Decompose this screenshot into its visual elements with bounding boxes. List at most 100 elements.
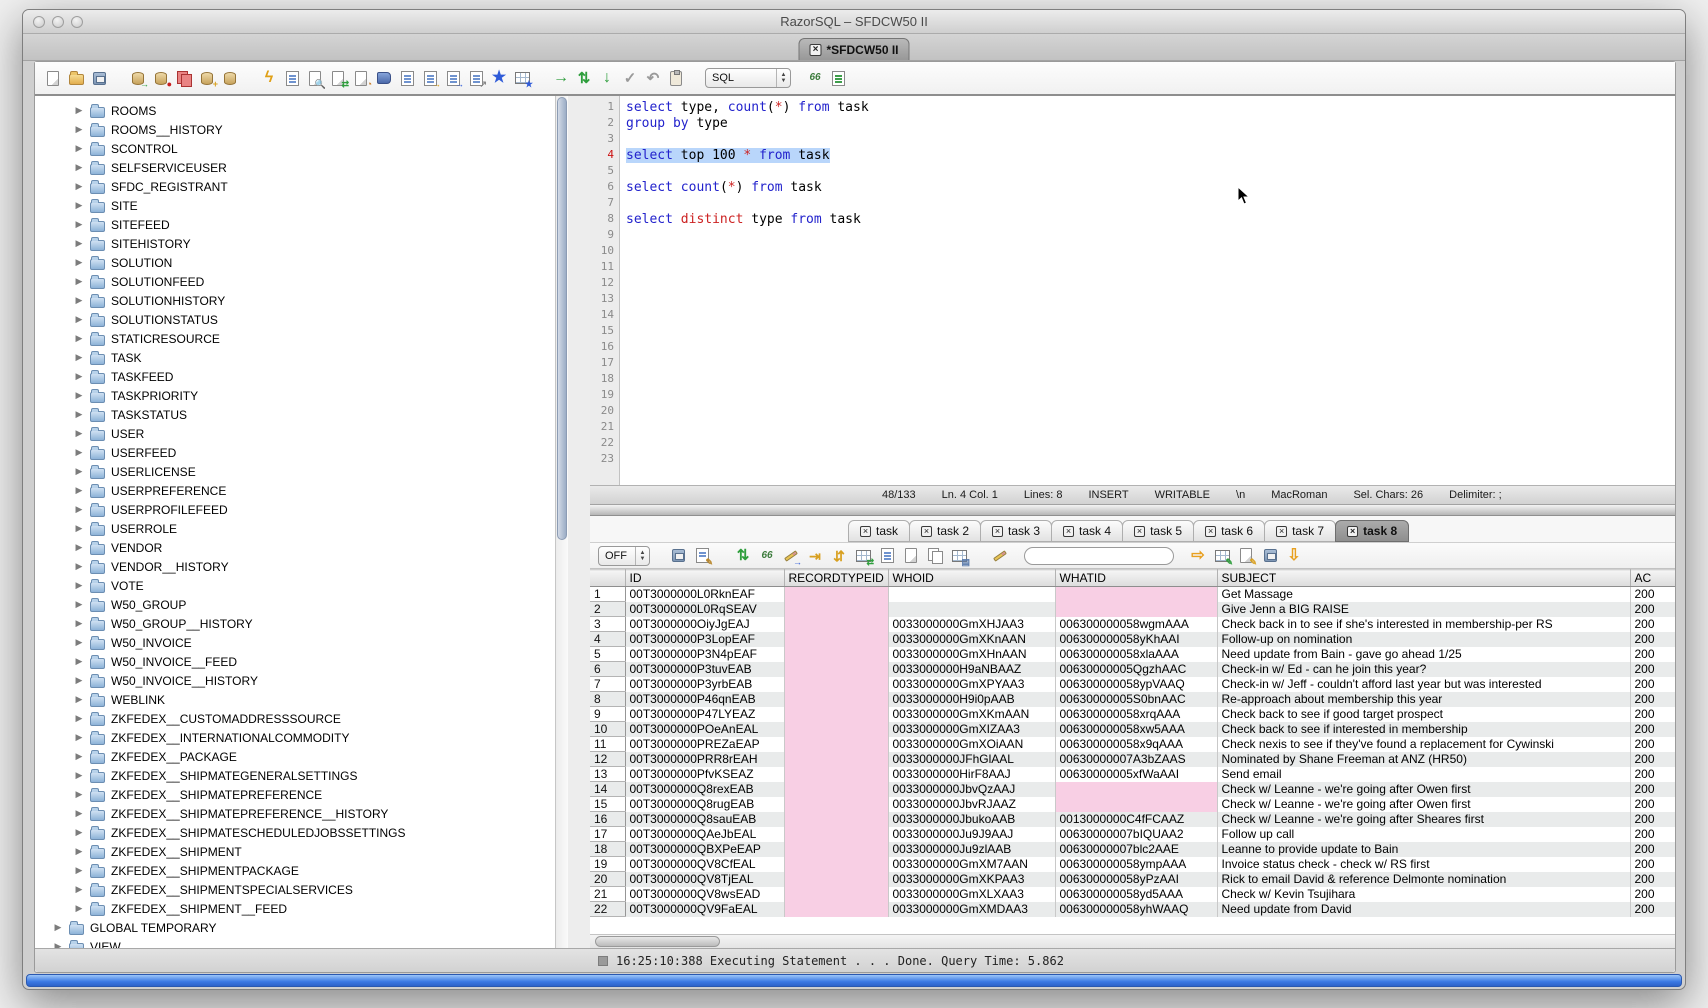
open-file-icon[interactable] — [66, 68, 86, 88]
data-cell[interactable]: Check w/ Leanne - we're going after Owen… — [1217, 797, 1630, 812]
data-cell[interactable]: 200 — [1630, 767, 1675, 782]
disclosure-triangle-icon[interactable]: ▶ — [74, 675, 84, 686]
code-line[interactable] — [626, 244, 1675, 260]
data-cell[interactable]: Check w/ Leanne - we're going after Owen… — [1217, 782, 1630, 797]
data-cell[interactable]: Re-approach about membership this year — [1217, 692, 1630, 707]
disclosure-triangle-icon[interactable]: ▶ — [74, 865, 84, 876]
script-results-icon[interactable]: ✎ — [1236, 546, 1256, 566]
disclosure-triangle-icon[interactable]: ▶ — [74, 219, 84, 230]
disclosure-triangle-icon[interactable]: ▶ — [74, 884, 84, 895]
data-cell[interactable]: Leanne to provide update to Bain — [1217, 842, 1630, 857]
data-cell[interactable]: 00630000007bIQUAA2 — [1055, 827, 1217, 842]
table-row[interactable]: 1000T3000000POeAnEAL0033000000GmXIZAA300… — [590, 722, 1675, 737]
tree-item-solutionfeed[interactable]: ▶SOLUTIONFEED — [35, 272, 555, 291]
tree-item-staticresource[interactable]: ▶STATICRESOURCE — [35, 329, 555, 348]
tree-scrollbar-thumb[interactable] — [557, 97, 567, 540]
null-cell[interactable] — [784, 737, 888, 752]
close-tab-icon[interactable]: × — [1134, 526, 1145, 537]
code-line[interactable] — [626, 276, 1675, 292]
tree-item-zkfedex-customaddresssource[interactable]: ▶ZKFEDEX__CUSTOMADDRESSSOURCE — [35, 709, 555, 728]
disclosure-triangle-icon[interactable]: ▶ — [74, 599, 84, 610]
row-number[interactable]: 4 — [590, 632, 625, 647]
data-cell[interactable]: 006300000058xrqAAA — [1055, 707, 1217, 722]
data-cell[interactable]: Nominated by Shane Freeman at ANZ (HR50) — [1217, 752, 1630, 767]
row-limit-select[interactable]: OFF ▲▼ — [598, 546, 650, 566]
data-cell[interactable]: 200 — [1630, 722, 1675, 737]
data-cell[interactable]: 0033000000Ju9zlAAB — [888, 842, 1055, 857]
null-cell[interactable] — [1055, 602, 1217, 617]
null-cell[interactable] — [784, 707, 888, 722]
column-header-whatid[interactable]: WHATID — [1055, 570, 1217, 587]
disclosure-triangle-icon[interactable]: ▶ — [74, 732, 84, 743]
data-cell[interactable]: 0033000000GmXLXAA3 — [888, 887, 1055, 902]
describe-table-icon[interactable] — [397, 68, 417, 88]
disclosure-triangle-icon[interactable]: ▶ — [74, 257, 84, 268]
tree-item-solution[interactable]: ▶SOLUTION — [35, 253, 555, 272]
find-next-icon[interactable]: ⇨ — [1188, 546, 1208, 566]
code-line[interactable]: select type, count(*) from task — [626, 100, 1675, 116]
close-tab-icon[interactable]: × — [921, 526, 932, 537]
indent-icon[interactable]: ↗ — [466, 68, 486, 88]
disclosure-triangle-icon[interactable]: ▶ — [74, 637, 84, 648]
table-row[interactable]: 1200T3000000PRR8rEAH0033000000JFhGlAAL00… — [590, 752, 1675, 767]
add-connection-icon[interactable]: + — [197, 68, 217, 88]
tree-item-site[interactable]: ▶SITE — [35, 196, 555, 215]
disclosure-triangle-icon[interactable]: ▶ — [74, 580, 84, 591]
table-row[interactable]: 1600T3000000Q8sauEAB0033000000JbukoAAB00… — [590, 812, 1675, 827]
document-tab[interactable]: × *SFDCW50 II — [798, 38, 909, 60]
disclosure-triangle-icon[interactable]: ▶ — [74, 751, 84, 762]
tree-item-userrole[interactable]: ▶USERROLE — [35, 519, 555, 538]
code-line[interactable]: select count(*) from task — [626, 180, 1675, 196]
null-cell[interactable] — [784, 617, 888, 632]
table-favorites-icon[interactable]: ★ — [512, 68, 532, 88]
code-line[interactable] — [626, 436, 1675, 452]
data-cell[interactable]: 006300000058xlaAAA — [1055, 647, 1217, 662]
row-number[interactable]: 7 — [590, 677, 625, 692]
table-row[interactable]: 1700T3000000QAeJbEAL0033000000Ju9J9AAJ00… — [590, 827, 1675, 842]
title-bar[interactable]: RazorSQL – SFDCW50 II — [23, 10, 1685, 34]
data-cell[interactable]: 00T3000000POeAnEAL — [625, 722, 784, 737]
data-cell[interactable]: 200 — [1630, 677, 1675, 692]
data-cell[interactable]: 006300000058yPzAAI — [1055, 872, 1217, 887]
data-cell[interactable]: 006300000058yd5AAA — [1055, 887, 1217, 902]
data-cell[interactable] — [888, 602, 1055, 617]
disclosure-triangle-icon[interactable]: ▶ — [74, 143, 84, 154]
data-cell[interactable]: 00T3000000P3tuvEAB — [625, 662, 784, 677]
data-cell[interactable]: 0033000000GmXKmAAN — [888, 707, 1055, 722]
disclosure-triangle-icon[interactable]: ▶ — [74, 542, 84, 553]
sort-rows-icon[interactable]: ⇵ — [829, 546, 849, 566]
data-cell[interactable]: Invoice status check - check w/ RS first — [1217, 857, 1630, 872]
null-cell[interactable] — [784, 842, 888, 857]
data-cell[interactable]: Follow-up on nomination — [1217, 632, 1630, 647]
disclosure-triangle-icon[interactable]: ▶ — [74, 846, 84, 857]
data-cell[interactable]: 200 — [1630, 887, 1675, 902]
favorites-icon[interactable]: ★ — [489, 68, 509, 88]
tree-item-w50-invoice-feed[interactable]: ▶W50_INVOICE__FEED — [35, 652, 555, 671]
disclosure-triangle-icon[interactable]: ▶ — [74, 238, 84, 249]
row-number[interactable]: 18 — [590, 842, 625, 857]
results-hscrollbar[interactable] — [590, 934, 1675, 948]
column-header-subject[interactable]: SUBJECT — [1217, 570, 1630, 587]
data-cell[interactable]: 00T3000000L0RknEAF — [625, 587, 784, 602]
disclosure-triangle-icon[interactable]: ▶ — [74, 485, 84, 496]
disclosure-triangle-icon[interactable]: ▶ — [74, 618, 84, 629]
data-cell[interactable]: 00T3000000P3LopEAF — [625, 632, 784, 647]
data-cell[interactable]: 00T3000000QV8CfEAL — [625, 857, 784, 872]
disclosure-triangle-icon[interactable]: ▶ — [74, 523, 84, 534]
code-line[interactable] — [626, 132, 1675, 148]
tree-item-zkfedex-shipmentspecialservices[interactable]: ▶ZKFEDEX__SHIPMENTSPECIALSERVICES — [35, 880, 555, 899]
data-cell[interactable]: 200 — [1630, 647, 1675, 662]
data-cell[interactable]: 0033000000HirF8AAJ — [888, 767, 1055, 782]
tree-item-rooms-history[interactable]: ▶ROOMS__HISTORY — [35, 120, 555, 139]
code-line[interactable] — [626, 340, 1675, 356]
table-row[interactable]: 2100T3000000QV8wsEAD0033000000GmXLXAA300… — [590, 887, 1675, 902]
data-cell[interactable]: 0033000000JbukoAAB — [888, 812, 1055, 827]
grid-corner-header[interactable] — [590, 570, 625, 587]
data-cell[interactable]: 00T3000000OiyJgEAJ — [625, 617, 784, 632]
format-sql-icon[interactable]: → — [420, 68, 440, 88]
data-cell[interactable] — [888, 587, 1055, 602]
data-cell[interactable]: Check back to see if interested in membe… — [1217, 722, 1630, 737]
row-number[interactable]: 16 — [590, 812, 625, 827]
tree-item-zkfedex-shipment[interactable]: ▶ZKFEDEX__SHIPMENT — [35, 842, 555, 861]
data-cell[interactable]: 0033000000GmXPYAA3 — [888, 677, 1055, 692]
